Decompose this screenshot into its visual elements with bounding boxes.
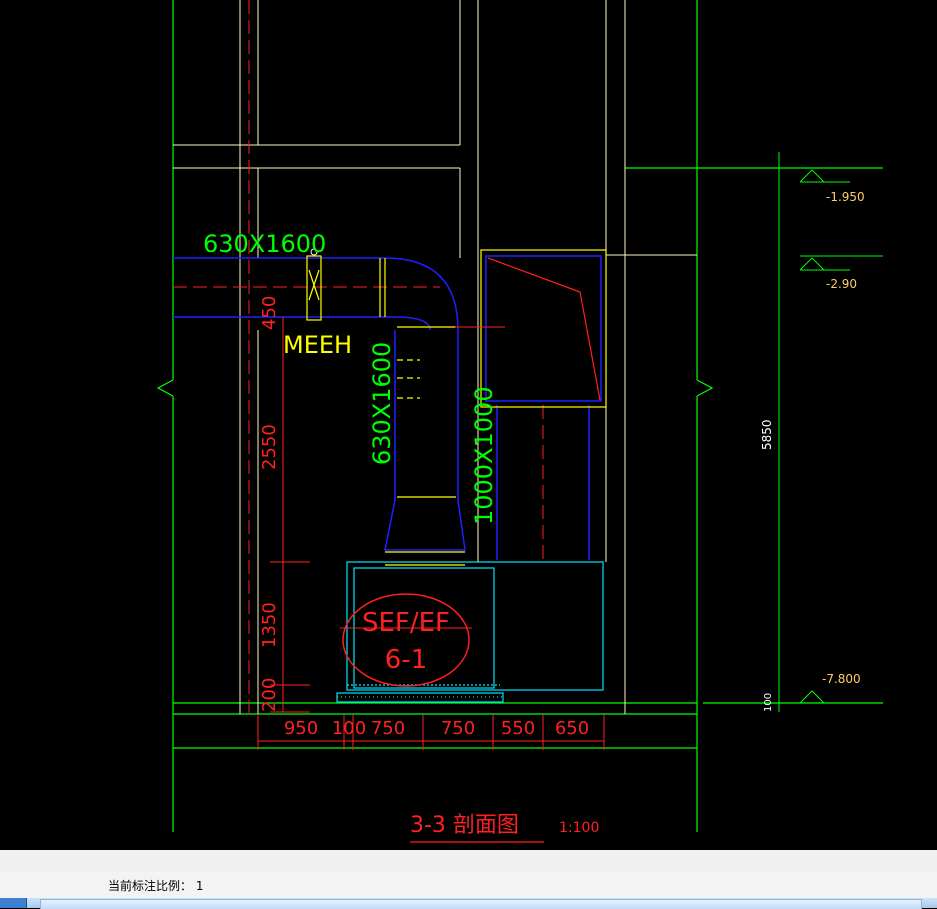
dim-bottom-100: 100	[332, 718, 366, 739]
duct-label-horizontal: 630X1600	[203, 230, 326, 258]
equipment-tag-line2: 6-1	[385, 645, 427, 675]
equipment-tag-line1: SEF/EF	[362, 608, 450, 638]
cad-drawing-canvas[interactable]: 630X1600 MEEH 630X1600 1000X1000 SEF/EF …	[0, 0, 937, 850]
dim-left-1350: 1350	[259, 602, 280, 648]
dim-left-2550: 2550	[259, 424, 280, 470]
section-scale: 1:100	[559, 820, 599, 836]
center-lines	[173, 0, 544, 714]
dim-bottom-950: 950	[284, 718, 318, 739]
status-strip	[0, 850, 937, 873]
right-levels	[770, 152, 883, 712]
device-label: MEEH	[283, 331, 352, 359]
status-line: 当前标注比例： 1	[0, 872, 937, 899]
duct-label-riser: 1000X1000	[470, 386, 498, 525]
duct-flanges	[306, 249, 607, 566]
status-bar: 当前标注比例： 1	[0, 850, 937, 909]
shaft-walls	[173, 0, 697, 714]
dim-bottom-650: 650	[555, 718, 589, 739]
status-text: 当前标注比例： 1	[108, 879, 204, 893]
level-1: -1.950	[826, 190, 865, 204]
dim-bottom-550: 550	[501, 718, 535, 739]
dim-bottom-750a: 750	[371, 718, 405, 739]
dim-bottom-750b: 750	[441, 718, 475, 739]
dim-right-bottom: 100	[763, 693, 774, 712]
start-button[interactable]	[0, 898, 27, 908]
taskbar	[0, 898, 937, 909]
left-dimension-chain	[270, 317, 310, 713]
dim-right-total: 5850	[760, 419, 774, 450]
dim-left-450: 450	[259, 296, 280, 330]
damper-box	[455, 255, 602, 402]
dim-left-200: 200	[259, 678, 280, 712]
level-3: -7.800	[822, 672, 861, 686]
section-title: 3-3 剖面图	[410, 813, 519, 838]
level-2: -2.90	[826, 277, 857, 291]
duct-label-vertical: 630X1600	[368, 342, 396, 465]
